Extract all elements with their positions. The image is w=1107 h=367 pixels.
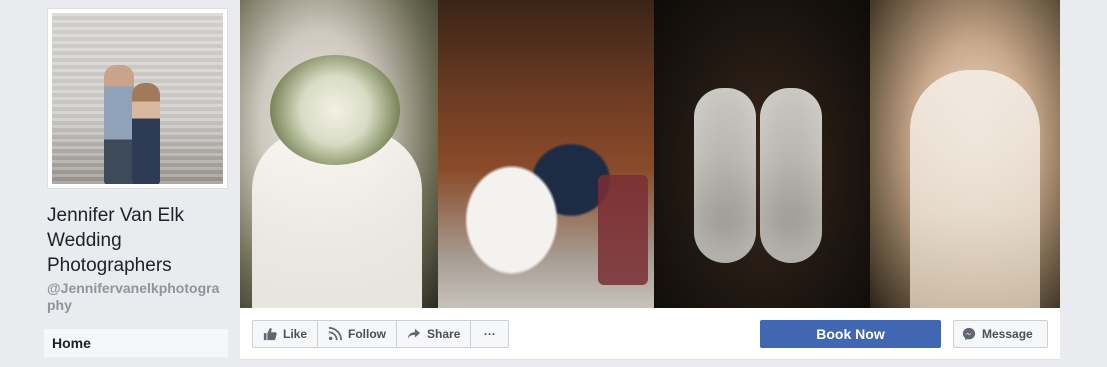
- share-button[interactable]: Share: [397, 320, 472, 348]
- couple: [452, 90, 622, 290]
- more-options-button[interactable]: ···: [471, 320, 510, 348]
- cover-photo-shoes: [654, 0, 870, 308]
- share-arrow-icon: [407, 328, 421, 340]
- page-title[interactable]: Jennifer Van Elk Wedding Photographers: [47, 203, 232, 278]
- profile-picture-image: [52, 13, 223, 184]
- shoe-left: [694, 88, 756, 263]
- profile-picture[interactable]: [47, 8, 228, 189]
- cover-photo-couple: [438, 0, 654, 308]
- messenger-icon: [962, 327, 976, 341]
- like-button-label: Like: [283, 327, 308, 341]
- page-handle[interactable]: @Jennifervanelkphotography: [47, 280, 227, 314]
- sidebar-item-home[interactable]: Home: [44, 329, 228, 357]
- chair: [598, 175, 648, 285]
- more-options-icon: ···: [483, 327, 496, 341]
- message-button-label: Message: [982, 327, 1033, 341]
- like-button[interactable]: Like: [252, 320, 319, 348]
- follow-button-label: Follow: [348, 327, 387, 341]
- page-action-bar: Like Follow Share ··· Book Now Message: [240, 308, 1060, 360]
- rss-icon: [328, 327, 343, 341]
- follow-button[interactable]: Follow: [318, 320, 398, 348]
- action-button-group: Like Follow Share ···: [252, 320, 510, 348]
- bouquet: [270, 55, 400, 165]
- profile-person-man: [104, 65, 134, 184]
- book-now-button[interactable]: Book Now: [760, 320, 941, 348]
- profile-person-woman: [132, 83, 160, 184]
- share-button-label: Share: [427, 327, 461, 341]
- thumbs-up-icon: [263, 327, 277, 341]
- bride: [910, 70, 1040, 308]
- cover-photo-bouquet: [240, 0, 438, 308]
- shoe-right: [760, 88, 822, 263]
- cover-photo-bride: [870, 0, 1060, 308]
- cover-photo[interactable]: [240, 0, 1060, 308]
- message-button[interactable]: Message: [953, 320, 1048, 348]
